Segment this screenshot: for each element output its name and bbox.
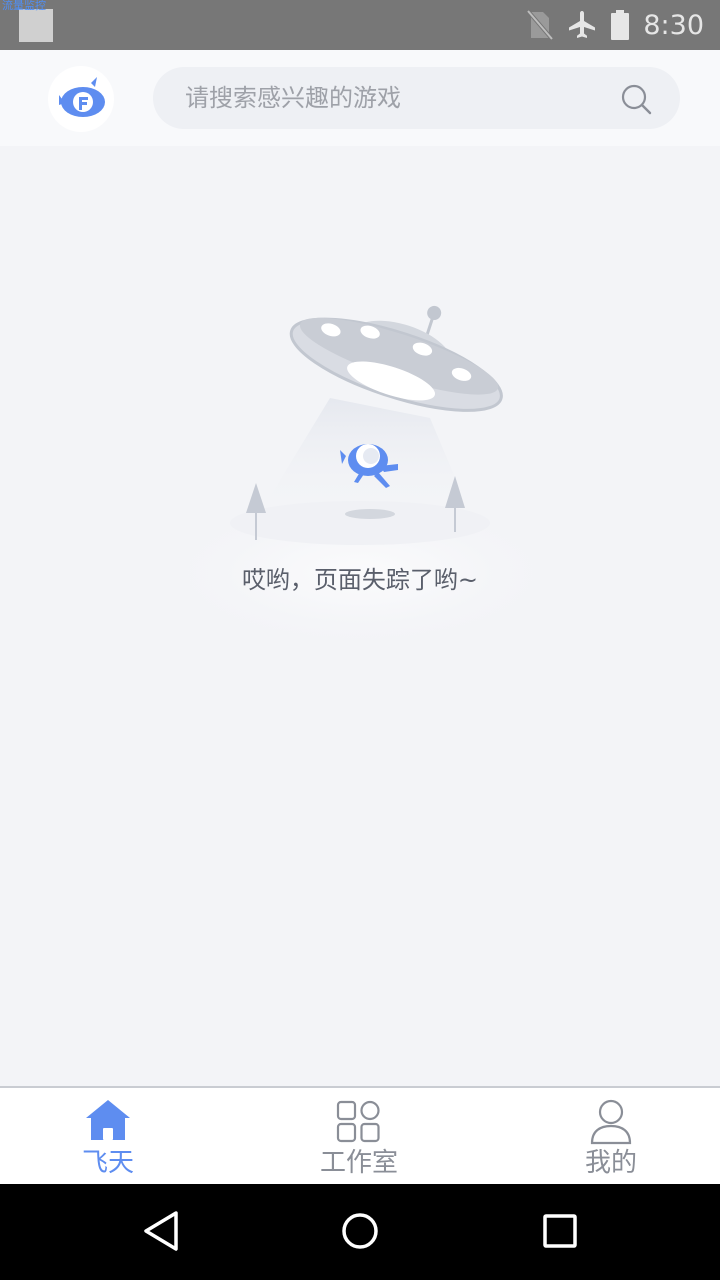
airplane-mode-icon [569,11,596,38]
grid-icon [336,1100,380,1143]
status-bar: 流量监控 8:30 [0,0,720,50]
search-input[interactable]: 请搜索感兴趣的游戏 [153,67,680,129]
recents-icon[interactable] [542,1208,578,1254]
search-icon[interactable] [620,83,652,115]
home-circle-icon[interactable] [340,1208,380,1254]
header: 请搜索感兴趣的游戏 [0,50,720,146]
home-icon [86,1100,130,1140]
tab-home[interactable]: 飞天 [0,1088,228,1184]
status-app-icon [19,9,53,42]
empty-state-message: 哎哟，页面失踪了哟~ [241,566,479,594]
search-placeholder: 请搜索感兴趣的游戏 [185,84,401,112]
battery-icon [611,10,630,40]
tab-label: 工作室 [319,1148,398,1178]
bottom-tab-bar: 飞天 工作室 我的 [0,1086,720,1184]
status-time: 8:30 [643,9,704,41]
tab-studio[interactable]: 工作室 [239,1088,479,1184]
tab-label: 我的 [584,1148,637,1178]
no-sim-icon [527,10,554,40]
feitian-logo-icon[interactable] [48,66,114,132]
user-icon [590,1099,632,1145]
back-icon[interactable] [140,1208,182,1254]
tab-label: 飞天 [81,1148,134,1178]
tab-mine[interactable]: 我的 [491,1088,720,1184]
status-overlay-text: 流量监控 [2,0,46,12]
android-nav-bar [0,1184,720,1280]
status-icons: 8:30 [527,0,704,50]
